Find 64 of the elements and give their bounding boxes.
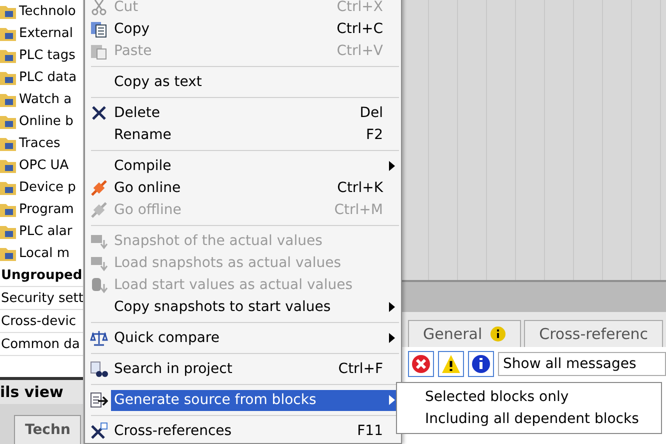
copy-icon [90, 20, 108, 38]
folder-icon [0, 202, 16, 216]
tree-item[interactable]: Program [0, 198, 83, 220]
tab[interactable]: Cross-referenc [524, 320, 664, 347]
tree-item[interactable]: Local m [0, 242, 83, 264]
filter-button[interactable] [468, 351, 494, 377]
menu-item[interactable]: Copy Ctrl+C [87, 18, 399, 40]
folder-icon [0, 114, 16, 128]
menu-item[interactable]: Delete Del [87, 102, 399, 124]
folder-icon [0, 224, 16, 238]
tree-item[interactable]: Traces [0, 132, 83, 154]
menu-item[interactable]: Cross-references F11 [87, 420, 399, 442]
tab[interactable]: Techn [14, 415, 82, 444]
tree-item[interactable]: OPC UA [0, 154, 83, 176]
tree-item[interactable]: Ungrouped [0, 264, 83, 287]
export-icon [90, 391, 108, 409]
folder-icon [0, 26, 16, 40]
tree-item[interactable]: Technolo [0, 0, 83, 22]
plug-icon [90, 179, 108, 197]
panel-title: ils view [0, 377, 83, 404]
scale-icon [90, 329, 108, 347]
menu-item[interactable]: Go online Ctrl+K [87, 177, 399, 199]
filter-button[interactable] [438, 351, 464, 377]
tree-item[interactable]: Watch a [0, 88, 83, 110]
tree-item[interactable]: Security sett [0, 287, 83, 310]
menu-item[interactable]: Search in project Ctrl+F [87, 358, 399, 380]
menu-item[interactable]: Copy snapshots to start values [87, 296, 399, 318]
folder-icon [0, 246, 16, 260]
submenu-arrow-icon [389, 161, 395, 171]
tree-item[interactable]: Cross-devic [0, 310, 83, 333]
menu-item[interactable]: Quick compare [87, 327, 399, 349]
info-icon [490, 326, 506, 342]
submenu-arrow-icon [389, 302, 395, 312]
message-filter-dropdown[interactable]: Show all messages [498, 352, 666, 376]
menu-item[interactable]: Copy as text [87, 71, 399, 93]
folder-icon [0, 70, 16, 84]
cross-references-icon [90, 422, 108, 440]
folder-icon [0, 180, 16, 194]
tree-item[interactable]: Common da [0, 333, 83, 356]
menu-item[interactable]: Rename F2 [87, 124, 399, 146]
close-icon [90, 104, 108, 122]
folder-icon [0, 136, 16, 150]
submenu-arrow-icon [389, 333, 395, 343]
menu-item[interactable]: Selected blocks only [397, 386, 661, 408]
tab[interactable]: General [408, 320, 522, 347]
folder-icon [0, 48, 16, 62]
database-icon [90, 276, 108, 294]
tree-item[interactable]: PLC tags [0, 44, 83, 66]
menu-item[interactable]: Including all dependent blocks [397, 408, 661, 430]
menu-item[interactable]: Compile [87, 155, 399, 177]
plug-icon [90, 201, 108, 219]
scissors-icon [90, 0, 108, 16]
tree-item[interactable]: Online b [0, 110, 83, 132]
paste-icon [90, 42, 108, 60]
warning-icon [441, 354, 461, 374]
folder-icon [0, 4, 16, 18]
error-icon [411, 354, 431, 374]
tree-item[interactable]: PLC data [0, 66, 83, 88]
info-icon [471, 354, 491, 374]
folder-icon [0, 92, 16, 106]
tree-item[interactable]: PLC alar [0, 220, 83, 242]
folder-icon [0, 158, 16, 172]
tree-item[interactable]: External [0, 22, 83, 44]
tree-item[interactable]: Device p [0, 176, 83, 198]
